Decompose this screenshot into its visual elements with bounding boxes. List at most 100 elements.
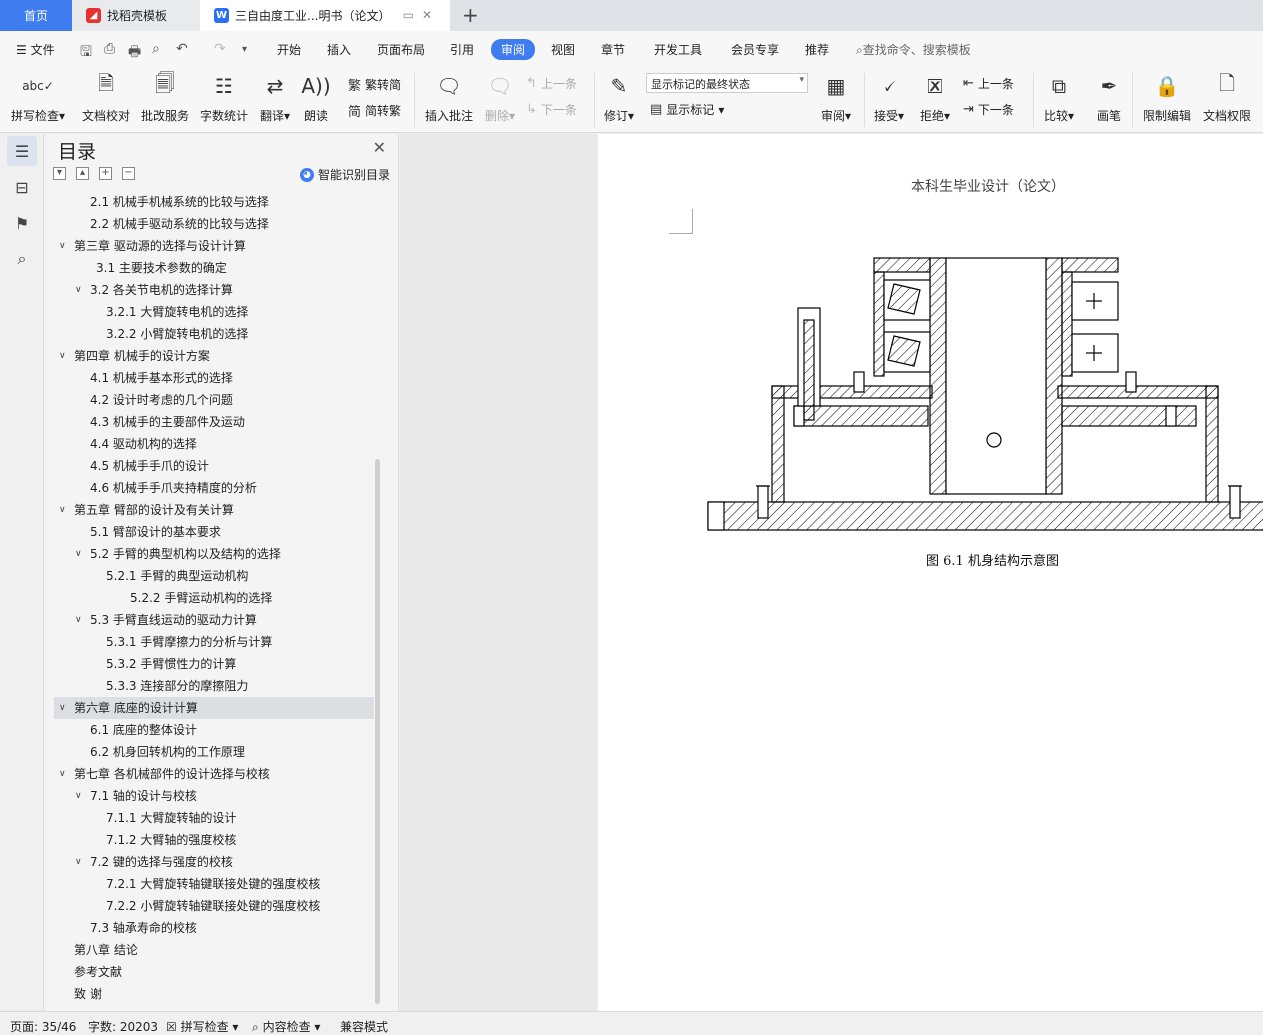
markup-state-select[interactable]: 显示标记的最终状态 ▾ — [646, 73, 808, 93]
smart-toc-button[interactable]: ◕ 智能识别目录 — [299, 166, 390, 183]
menu-insert[interactable]: 插入 — [327, 41, 351, 58]
chevron-down-icon[interactable]: ∨ — [59, 763, 66, 785]
menu-section[interactable]: 章节 — [601, 41, 625, 58]
add-heading-icon[interactable]: + — [99, 167, 112, 180]
chevron-down-icon[interactable]: ∨ — [59, 345, 66, 367]
toc-item[interactable]: 5.2.2 手臂运动机构的选择 — [54, 587, 374, 609]
toc-item[interactable]: 参考文献 — [54, 961, 374, 983]
doc-permission-button[interactable]: 🗋 文档权限 — [1200, 71, 1254, 124]
chevron-down-icon[interactable]: ∨ — [75, 279, 82, 301]
chevron-down-icon[interactable]: ∨ — [75, 851, 82, 873]
menu-member[interactable]: 会员专享 — [731, 41, 779, 58]
ink-button[interactable]: ✒ 画笔 — [1094, 71, 1124, 124]
toc-scrollbar[interactable] — [375, 459, 380, 1004]
show-markup-button[interactable]: ▤ 显示标记 ▾ — [650, 101, 724, 118]
menu-home[interactable]: 开始 — [277, 41, 301, 58]
close-tab-icon[interactable]: ✕ — [422, 8, 440, 22]
toc-item[interactable]: 7.2.1 大臂旋转轴键联接处键的强度校核 — [54, 873, 374, 895]
toc-item[interactable]: 4.6 机械手手爪夹持精度的分析 — [54, 477, 374, 499]
toc-item[interactable]: 4.4 驱动机构的选择 — [54, 433, 374, 455]
toc-item[interactable]: 5.3.2 手臂惯性力的计算 — [54, 653, 374, 675]
redo-icon[interactable]: ↷ — [214, 41, 226, 57]
toc-item[interactable]: 4.1 机械手基本形式的选择 — [54, 367, 374, 389]
toc-item[interactable]: 7.2.2 小臂旋转轴键联接处键的强度校核 — [54, 895, 374, 917]
menu-review[interactable]: 审阅 — [491, 39, 536, 60]
menu-references[interactable]: 引用 — [450, 41, 474, 58]
find-icon[interactable]: ⌕ — [7, 244, 37, 274]
trad-to-simp-button[interactable]: 繁繁转简 — [348, 75, 401, 94]
chapter-nav-icon[interactable]: ⊟ — [7, 172, 37, 202]
proof-service-button[interactable]: 🗐 批改服务 — [140, 71, 190, 124]
command-search[interactable]: ⌕查找命令、搜索模板 — [856, 41, 971, 58]
bookmark-icon[interactable]: ⚑ — [7, 208, 37, 238]
print-preview-icon[interactable]: ⌕ — [152, 41, 160, 57]
word-count-button[interactable]: ☷ 字数统计 — [199, 71, 249, 124]
simp-to-trad-button[interactable]: 简简转繁 — [348, 101, 401, 120]
chevron-down-icon[interactable]: ∨ — [59, 235, 66, 257]
toc-item[interactable]: ∨ 5.3 手臂直线运动的驱动力计算 — [54, 609, 374, 631]
page-indicator[interactable]: 页面: 35/46 — [10, 1018, 76, 1035]
toc-item[interactable]: ∨ 第六章 底座的设计计算 — [54, 697, 374, 719]
remove-heading-icon[interactable]: − — [122, 167, 135, 180]
track-changes-button[interactable]: ✎ 修订▾ — [601, 71, 637, 124]
export-pdf-icon[interactable]: ⎙ — [104, 41, 115, 57]
file-menu[interactable]: ☰ 文件 — [16, 41, 55, 58]
toc-item[interactable]: ∨ 第四章 机械手的设计方案 — [54, 345, 374, 367]
delete-comment-button[interactable]: 🗨 删除▾ — [482, 71, 518, 124]
toc-item[interactable]: 2.2 机械手驱动系统的比较与选择 — [54, 213, 374, 235]
menu-view[interactable]: 视图 — [551, 41, 575, 58]
toc-item[interactable]: 6.1 底座的整体设计 — [54, 719, 374, 741]
chevron-down-icon[interactable]: ∨ — [59, 499, 66, 521]
toc-item[interactable]: ∨ 5.2 手臂的典型机构以及结构的选择 — [54, 543, 374, 565]
read-aloud-button[interactable]: A)) 朗读 — [301, 71, 330, 124]
tab-home[interactable]: 首页 — [0, 0, 72, 31]
toc-item[interactable]: ∨ 第五章 臂部的设计及有关计算 — [54, 499, 374, 521]
toc-item[interactable]: 7.1.2 大臂轴的强度校核 — [54, 829, 374, 851]
menu-layout[interactable]: 页面布局 — [377, 41, 425, 58]
toc-item[interactable]: 3.2.2 小臂旋转电机的选择 — [54, 323, 374, 345]
toc-item[interactable]: ∨ 7.2 键的选择与强度的校核 — [54, 851, 374, 873]
word-count-indicator[interactable]: 字数: 20203 — [88, 1018, 158, 1035]
spell-check-button[interactable]: abc✓ 拼写检查▾ — [10, 71, 66, 124]
insert-comment-button[interactable]: 🗨 插入批注 — [422, 71, 476, 124]
spell-check-status[interactable]: ☒ 拼写检查 ▾ — [166, 1018, 238, 1035]
menu-recommend[interactable]: 推荐 — [805, 41, 829, 58]
close-icon[interactable]: ✕ — [373, 138, 386, 157]
chevron-down-icon[interactable]: ∨ — [75, 543, 82, 565]
customize-qa-icon[interactable]: ▾ — [242, 44, 247, 55]
prev-change-button[interactable]: ⇤ 上一条 — [963, 75, 1014, 92]
review-pane-button[interactable]: ▦ 审阅▾ — [816, 71, 856, 124]
toc-item[interactable]: 第八章 结论 — [54, 939, 374, 961]
chevron-down-icon[interactable]: ∨ — [59, 697, 66, 719]
toc-item[interactable]: 5.3.3 连接部分的摩擦阻力 — [54, 675, 374, 697]
prev-comment-button[interactable]: ↰ 上一条 — [526, 75, 577, 92]
undo-icon[interactable]: ↶ — [176, 41, 188, 57]
content-check-status[interactable]: ⌕ 内容检查 ▾ — [252, 1018, 320, 1035]
toc-item[interactable]: ∨ 3.2 各关节电机的选择计算 — [54, 279, 374, 301]
chevron-down-icon[interactable]: ∨ — [75, 609, 82, 631]
toc-item[interactable]: 3.1 主要技术参数的确定 — [54, 257, 374, 279]
toc-item[interactable]: ∨ 第七章 各机械部件的设计选择与校核 — [54, 763, 374, 785]
toc-item[interactable]: 4.3 机械手的主要部件及运动 — [54, 411, 374, 433]
next-comment-button[interactable]: ↳ 下一条 — [526, 101, 577, 118]
toc-pane-icon[interactable]: ☰ — [7, 136, 37, 166]
chevron-down-icon[interactable]: ∨ — [75, 785, 82, 807]
toc-item[interactable]: 5.3.1 手臂摩擦力的分析与计算 — [54, 631, 374, 653]
toc-item[interactable]: 4.2 设计时考虑的几个问题 — [54, 389, 374, 411]
toc-item[interactable]: 4.5 机械手手爪的设计 — [54, 455, 374, 477]
toc-item[interactable]: 3.2.1 大臂旋转电机的选择 — [54, 301, 374, 323]
translate-button[interactable]: ⇄ 翻译▾ — [257, 71, 293, 124]
toc-item[interactable]: 5.1 臂部设计的基本要求 — [54, 521, 374, 543]
reject-change-button[interactable]: 🗷 拒绝▾ — [916, 71, 954, 124]
restrict-edit-button[interactable]: 🔒 限制编辑 — [1140, 71, 1194, 124]
menu-developer[interactable]: 开发工具 — [654, 41, 702, 58]
float-window-icon[interactable]: ▭ — [403, 8, 422, 22]
toc-item[interactable]: 2.1 机械手机械系统的比较与选择 — [54, 191, 374, 213]
toc-item[interactable]: 6.2 机身回转机构的工作原理 — [54, 741, 374, 763]
collapse-all-icon[interactable]: ▾ — [53, 167, 66, 180]
doc-proof-button[interactable]: 🗎 文档校对 — [80, 71, 132, 124]
print-icon[interactable]: 🖶 — [128, 41, 141, 65]
save-icon[interactable]: 🖫 — [80, 41, 92, 65]
tab-document[interactable]: W 三自由度工业...明书（论文） ▭✕ — [200, 0, 450, 31]
expand-all-icon[interactable]: ▴ — [76, 167, 89, 180]
